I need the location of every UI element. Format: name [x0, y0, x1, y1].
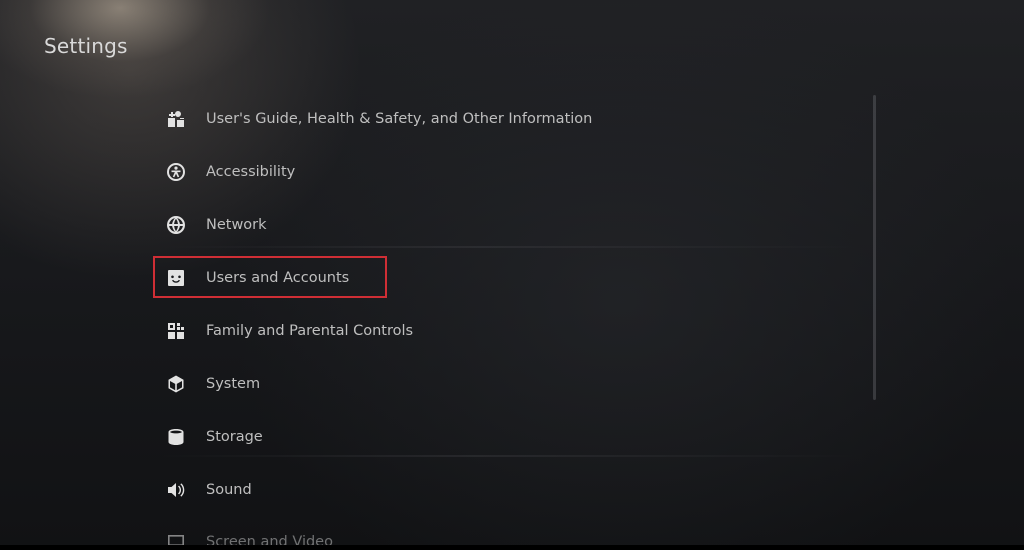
info-grid-icon	[165, 108, 187, 130]
menu-item-label: System	[206, 376, 261, 392]
menu-item-label: Sound	[206, 482, 252, 498]
menu-item-family-parental-controls[interactable]: Family and Parental Controls	[165, 317, 413, 345]
menu-item-label: Network	[206, 217, 267, 233]
menu-item-network[interactable]: Network	[165, 211, 267, 239]
menu-item-sound[interactable]: Sound	[165, 476, 252, 504]
highlight-box	[153, 256, 387, 298]
scrollbar[interactable]	[873, 95, 876, 400]
bottom-edge	[0, 545, 1024, 550]
globe-icon	[165, 214, 187, 236]
cube-icon	[165, 373, 187, 395]
menu-item-users-guide[interactable]: User's Guide, Health & Safety, and Other…	[165, 105, 592, 133]
menu-item-accessibility[interactable]: Accessibility	[165, 158, 295, 186]
accessibility-icon	[165, 161, 187, 183]
family-icon	[165, 320, 187, 342]
menu-item-label: Family and Parental Controls	[206, 323, 414, 339]
menu-item-storage[interactable]: Storage	[165, 423, 263, 451]
menu-item-system[interactable]: System	[165, 370, 260, 398]
menu-item-label: Accessibility	[206, 164, 296, 180]
speaker-icon	[165, 479, 187, 501]
menu-item-label: Storage	[206, 429, 263, 445]
storage-icon	[165, 426, 187, 448]
menu-item-label: User's Guide, Health & Safety, and Other…	[206, 111, 593, 127]
